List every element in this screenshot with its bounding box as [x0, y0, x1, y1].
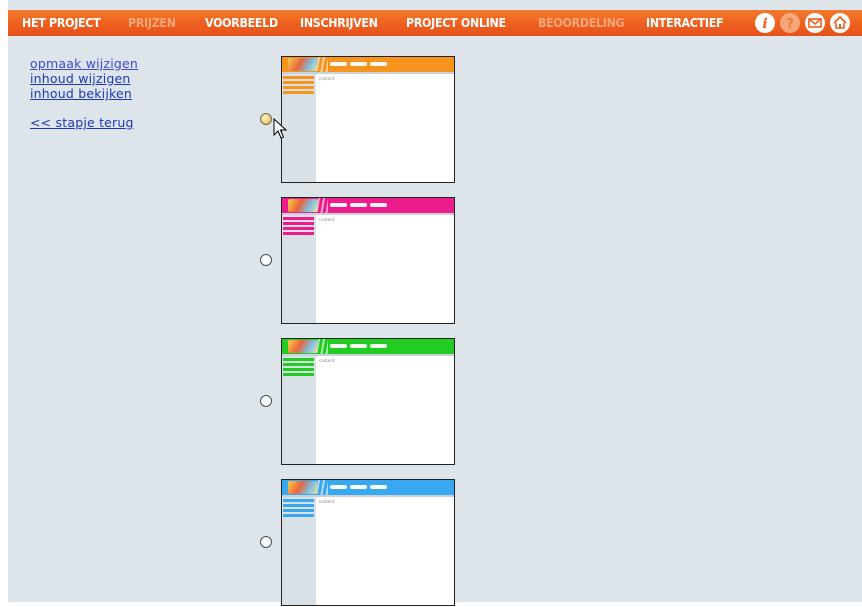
nav-het-project[interactable]: HET PROJECT — [22, 10, 101, 36]
edit-content-link[interactable]: inhoud wijzigen — [30, 71, 138, 86]
preview-nav-pill — [330, 203, 347, 207]
preview-stripes — [318, 339, 328, 354]
theme-option: content — [260, 479, 455, 607]
preview-content-label: content — [319, 499, 335, 504]
preview-header — [282, 198, 454, 213]
preview-stripes — [318, 480, 328, 495]
side-links: opmaak wijzigen inhoud wijzigen inhoud b… — [30, 56, 138, 130]
theme-preview-thumbnail[interactable]: content — [281, 338, 455, 465]
theme-preview-thumbnail[interactable]: content — [281, 56, 455, 183]
preview-menu-item — [283, 232, 314, 235]
preview-menu-item — [283, 504, 314, 507]
preview-menu-item — [283, 222, 314, 225]
preview-nav-pill — [350, 485, 367, 489]
preview-sidebar — [282, 215, 316, 323]
home-icon[interactable] — [830, 13, 850, 33]
theme-preview-thumbnail[interactable]: content — [281, 197, 455, 324]
edit-layout-link[interactable]: opmaak wijzigen — [30, 56, 138, 71]
nav-inschrijven[interactable]: INSCHRIJVEN — [300, 10, 378, 36]
preview-menu-item — [283, 76, 314, 79]
nav-beoordeling: BEOORDELING — [538, 16, 625, 30]
preview-nav-pill — [330, 485, 347, 489]
theme-preview-thumbnail[interactable]: content — [281, 479, 455, 606]
page-background: HET PROJECT PRIJZEN VOORBEELD INSCHRIJVE… — [8, 0, 862, 606]
preview-menu-item — [283, 373, 314, 376]
preview-logo — [288, 481, 318, 494]
preview-menu-item — [283, 368, 314, 371]
preview-logo — [288, 58, 318, 71]
theme-option: content — [260, 56, 455, 184]
mail-icon[interactable] — [805, 13, 825, 33]
preview-logo — [288, 340, 318, 353]
nav-interactief[interactable]: INTERACTIEF — [646, 10, 724, 36]
preview-nav-pill — [370, 203, 387, 207]
preview-menu-item — [283, 86, 314, 89]
nav-prijzen: PRIJZEN — [128, 16, 176, 30]
preview-header — [282, 480, 454, 495]
nav-project-online[interactable]: PROJECT ONLINE — [406, 10, 506, 36]
preview-menu-item — [283, 363, 314, 366]
preview-nav-pill — [350, 203, 367, 207]
preview-menu-item — [283, 509, 314, 512]
preview-menu-item — [283, 514, 314, 517]
view-content-link[interactable]: inhoud bekijken — [30, 86, 138, 101]
preview-content-label: content — [319, 358, 335, 363]
theme-radio-button[interactable] — [260, 536, 272, 548]
preview-menu-item — [283, 227, 314, 230]
preview-header — [282, 339, 454, 354]
preview-nav-pill — [330, 62, 347, 66]
theme-option: content — [260, 338, 455, 466]
nav-voorbeeld[interactable]: VOORBEELD — [205, 10, 278, 36]
preview-logo — [288, 199, 318, 212]
preview-menu-item — [283, 499, 314, 502]
preview-stripes — [318, 198, 328, 213]
preview-nav-pill — [350, 344, 367, 348]
preview-nav-pill — [370, 344, 387, 348]
preview-nav-pill — [330, 344, 347, 348]
preview-menu-item — [283, 81, 314, 84]
mouse-cursor-icon — [273, 118, 287, 139]
theme-radio-button[interactable] — [260, 395, 272, 407]
preview-menu-item — [283, 217, 314, 220]
preview-sidebar — [282, 497, 316, 605]
theme-radio-button[interactable] — [260, 113, 272, 125]
back-link[interactable]: << stapje terug — [30, 115, 138, 130]
preview-menu-item — [283, 91, 314, 94]
preview-nav-pill — [370, 485, 387, 489]
svg-text:?: ? — [786, 17, 794, 32]
preview-sidebar — [282, 356, 316, 464]
top-navigation-bar: HET PROJECT PRIJZEN VOORBEELD INSCHRIJVE… — [8, 10, 862, 36]
svg-text:i: i — [762, 16, 767, 32]
preview-stripes — [318, 57, 328, 72]
preview-header — [282, 57, 454, 72]
preview-sidebar — [282, 74, 316, 182]
preview-menu-item — [283, 358, 314, 361]
preview-content-label: content — [319, 217, 335, 222]
theme-radio-button[interactable] — [260, 254, 272, 266]
theme-option: content — [260, 197, 455, 325]
preview-nav-pill — [370, 62, 387, 66]
info-icon[interactable]: i — [755, 13, 775, 33]
help-icon: ? — [780, 13, 800, 33]
preview-nav-pill — [350, 62, 367, 66]
preview-content-label: content — [319, 76, 335, 81]
